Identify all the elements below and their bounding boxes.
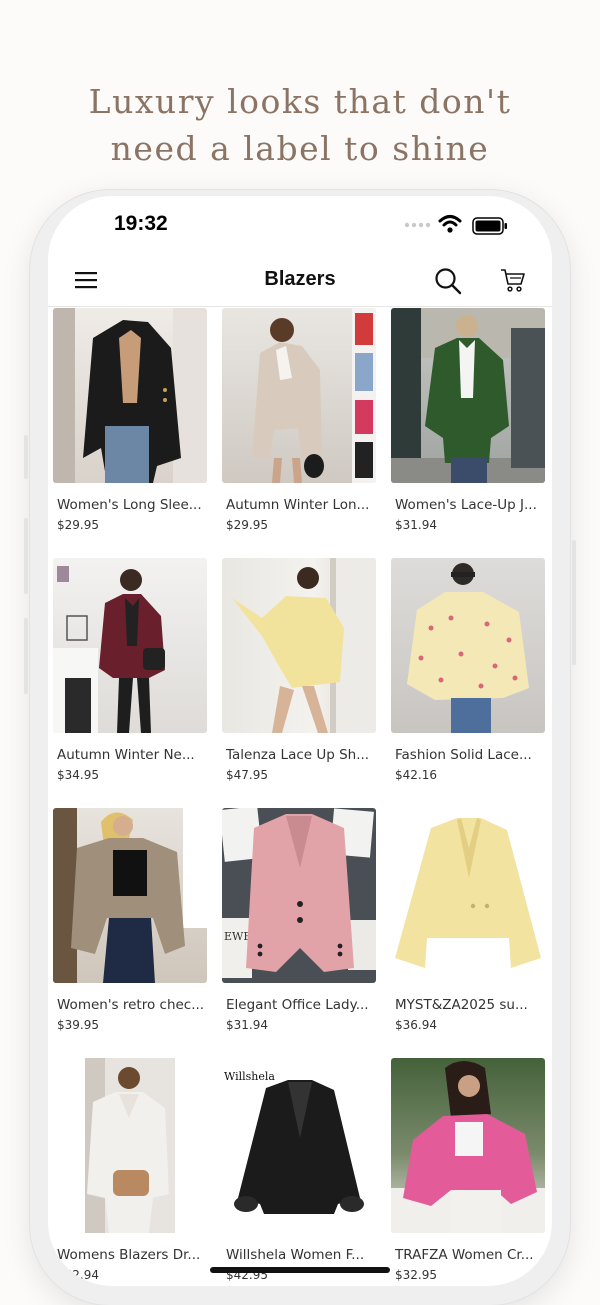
product-card[interactable]: Womens Blazers Dr... $42.94 [53,1058,207,1286]
product-card[interactable]: Autumn Winter Ne... $34.95 [53,558,207,808]
product-name: TRAFZA Women Cr... [395,1247,534,1263]
status-time: 19:32 [114,212,168,235]
menu-icon[interactable] [74,269,98,291]
product-price: $32.95 [395,1268,437,1282]
product-card[interactable]: Women's retro chec... $39.95 [53,808,207,1058]
product-price: $36.94 [395,1018,437,1032]
product-name: Talenza Lace Up Sh... [226,747,370,763]
product-card[interactable]: TRAFZA Women Cr... $32.95 [391,1058,545,1286]
phone-side-button [24,435,28,479]
product-price: $29.95 [226,518,268,532]
product-price: $39.95 [57,1018,99,1032]
product-image [53,808,207,983]
product-image [391,308,545,483]
phone-volume-up [24,518,28,594]
product-card[interactable]: Women's Long Slee... $29.95 [53,308,207,558]
product-price: $34.95 [57,768,99,782]
product-image [222,308,376,483]
product-price: $31.94 [226,1018,268,1032]
product-card[interactable]: Willshela Willshela Women F... $42.95 [222,1058,376,1286]
product-name: Women's retro chec... [57,997,205,1013]
phone-volume-down [24,618,28,694]
product-card[interactable]: MYST&ZA2025 su... $36.94 [391,808,545,1058]
product-image [53,1058,207,1233]
battery-icon [472,217,507,235]
product-card[interactable]: Women's Lace-Up J... $31.94 [391,308,545,558]
search-icon[interactable] [434,267,462,295]
product-image [391,808,545,983]
headline-line-1: Luxury looks that don't [88,82,512,121]
product-image: EWE [222,808,376,983]
product-name: Autumn Winter Ne... [57,747,195,763]
product-card[interactable]: Talenza Lace Up Sh... $47.95 [222,558,376,808]
home-indicator[interactable] [210,1267,390,1273]
product-image [222,558,376,733]
product-card[interactable]: Fashion Solid Lace... $42.16 [391,558,545,808]
product-name: Womens Blazers Dr... [57,1247,201,1263]
wifi-icon [438,215,462,233]
top-navigation-bar: Blazers [48,256,552,307]
product-name: MYST&ZA2025 su... [395,997,528,1013]
product-card[interactable]: Autumn Winter Lon... $29.95 [222,308,376,558]
product-name: Fashion Solid Lace... [395,747,532,763]
product-image: Willshela [222,1058,376,1233]
cellular-signal-icon [404,222,431,228]
product-price: $42.94 [57,1268,99,1282]
product-name: Women's Lace-Up J... [395,497,537,513]
magazine-text: EWE [224,930,251,943]
brand-label-in-image: Willshela [224,1070,275,1083]
product-price: $47.95 [226,768,268,782]
marketing-headline: Luxury looks that don't need a label to … [0,78,600,172]
phone-power-button [572,540,576,665]
product-price: $29.95 [57,518,99,532]
status-bar: 19:32 [48,196,552,252]
product-image [391,1058,545,1233]
headline-line-2: need a label to shine [110,129,490,168]
cart-icon[interactable] [500,267,526,293]
product-card[interactable]: EWE Elegant Office Lady... $31.94 [222,808,376,1058]
page-title: Blazers [264,268,336,290]
product-price: $31.94 [395,518,437,532]
product-price: $42.16 [395,768,437,782]
product-name: Elegant Office Lady... [226,997,369,1013]
phone-screen: 19:32 Blazers Women's Long Slee... $29.9… [48,196,552,1286]
product-image [53,308,207,483]
product-name: Women's Long Slee... [57,497,202,513]
product-grid: Women's Long Slee... $29.95 Autumn Winte… [53,308,547,1286]
product-image [53,558,207,733]
product-image [391,558,545,733]
product-name: Autumn Winter Lon... [226,497,370,513]
product-name: Willshela Women F... [226,1247,365,1263]
